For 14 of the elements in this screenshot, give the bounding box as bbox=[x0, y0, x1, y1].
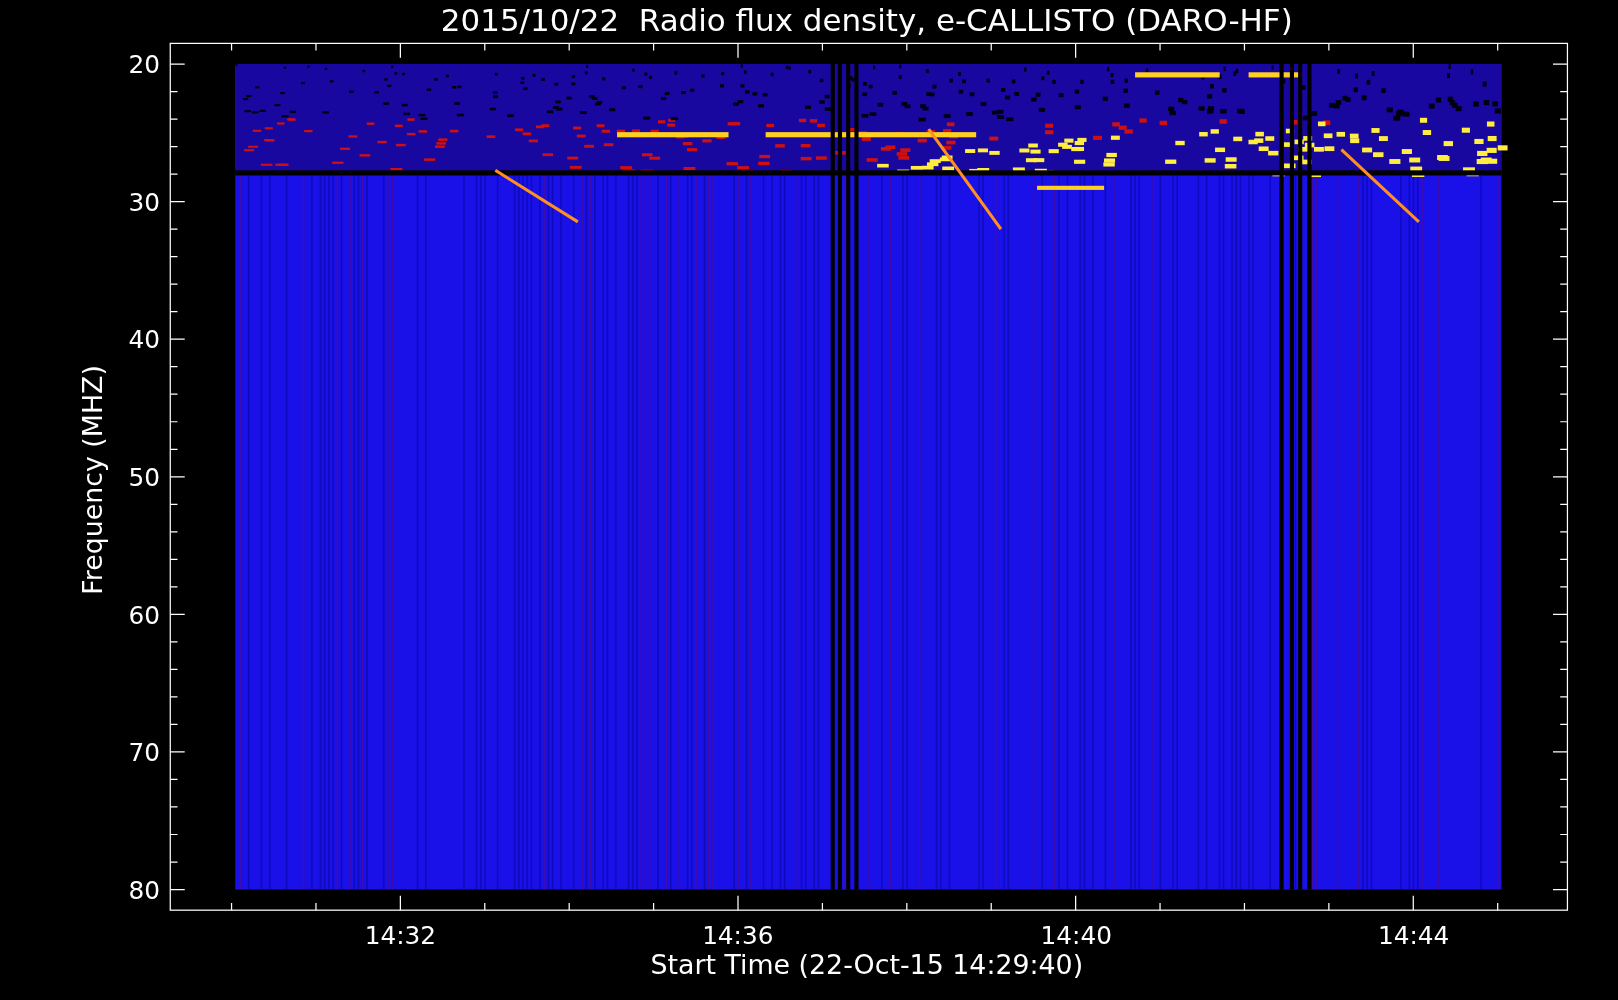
y-tick-label: 20 bbox=[128, 50, 160, 80]
x-tick-label: 14:32 bbox=[364, 921, 437, 951]
y-axis-label: Frequency (MHZ) bbox=[77, 365, 109, 595]
y-tick-label: 60 bbox=[128, 600, 160, 630]
x-tick-label: 14:44 bbox=[1378, 921, 1450, 951]
y-tick-label: 30 bbox=[128, 187, 160, 217]
x-tick-label: 14:36 bbox=[702, 921, 774, 951]
y-tick-label: 70 bbox=[128, 738, 160, 768]
y-tick-label: 50 bbox=[128, 463, 160, 493]
x-axis-label: Start Time (22-Oct-15 14:29:40) bbox=[650, 949, 1084, 981]
x-tick-label: 14:40 bbox=[1040, 921, 1112, 951]
chart-title: 2015/10/22 Radio flux density, e-CALLISTO (DARO-HF) bbox=[440, 2, 1293, 38]
y-tick-label: 80 bbox=[128, 875, 160, 905]
y-tick-label: 40 bbox=[128, 325, 160, 355]
